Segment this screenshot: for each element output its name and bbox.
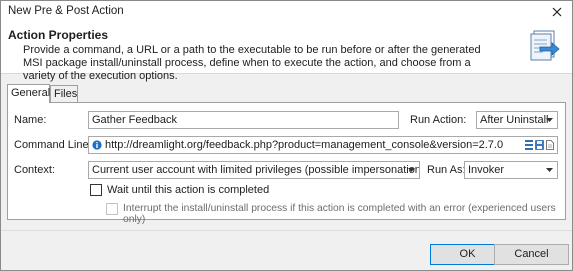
dialog-window: New Pre & Post Action Action Properties … [0, 0, 573, 271]
run-action-value: After Uninstall [480, 114, 549, 126]
info-icon [92, 140, 102, 150]
file-icon[interactable] [546, 140, 554, 150]
close-button[interactable] [542, 1, 572, 23]
title-bar[interactable]: New Pre & Post Action [1, 1, 572, 23]
interrupt-checkbox[interactable] [106, 203, 118, 215]
run-action-select[interactable]: After Uninstall [476, 111, 558, 129]
wait-checkbox-label[interactable]: Wait until this action is completed [107, 184, 269, 196]
action-document-icon [530, 30, 560, 61]
cancel-button[interactable]: Cancel [494, 244, 569, 265]
chevron-down-icon [543, 162, 555, 178]
list-icon[interactable] [525, 140, 533, 150]
run-as-label: Run As: [427, 164, 466, 176]
tab-general[interactable]: General [7, 84, 50, 103]
chevron-down-icon [405, 162, 417, 178]
header-description: Provide a command, a URL or a path to th… [23, 44, 481, 82]
context-value: Current user account with limited privil… [92, 164, 420, 176]
run-action-label: Run Action: [410, 114, 467, 126]
footer-divider [1, 230, 572, 231]
general-panel: Name: Gather Feedback Run Action: After … [7, 102, 566, 225]
context-select[interactable]: Current user account with limited privil… [88, 161, 420, 179]
command-line-value: http://dreamlight.org/feedback.php?produ… [105, 139, 504, 151]
context-label: Context: [14, 164, 55, 176]
run-as-value: Invoker [468, 164, 505, 176]
save-icon[interactable] [535, 140, 544, 150]
name-input[interactable]: Gather Feedback [88, 111, 399, 129]
chevron-down-icon [543, 112, 555, 128]
command-line-input[interactable]: http://dreamlight.org/feedback.php?produ… [88, 136, 558, 154]
tab-files[interactable]: Files [50, 85, 78, 102]
header-title: Action Properties [8, 28, 109, 42]
interrupt-checkbox-label[interactable]: Interrupt the install/uninstall process … [123, 203, 565, 225]
header-banner: Action Properties Provide a command, a U… [1, 23, 572, 82]
wait-checkbox[interactable] [90, 184, 102, 196]
command-line-label: Command Line: [14, 139, 92, 151]
name-label: Name: [14, 114, 47, 126]
run-as-select[interactable]: Invoker [464, 161, 558, 179]
window-title: New Pre & Post Action [8, 5, 124, 17]
close-icon [552, 7, 562, 17]
